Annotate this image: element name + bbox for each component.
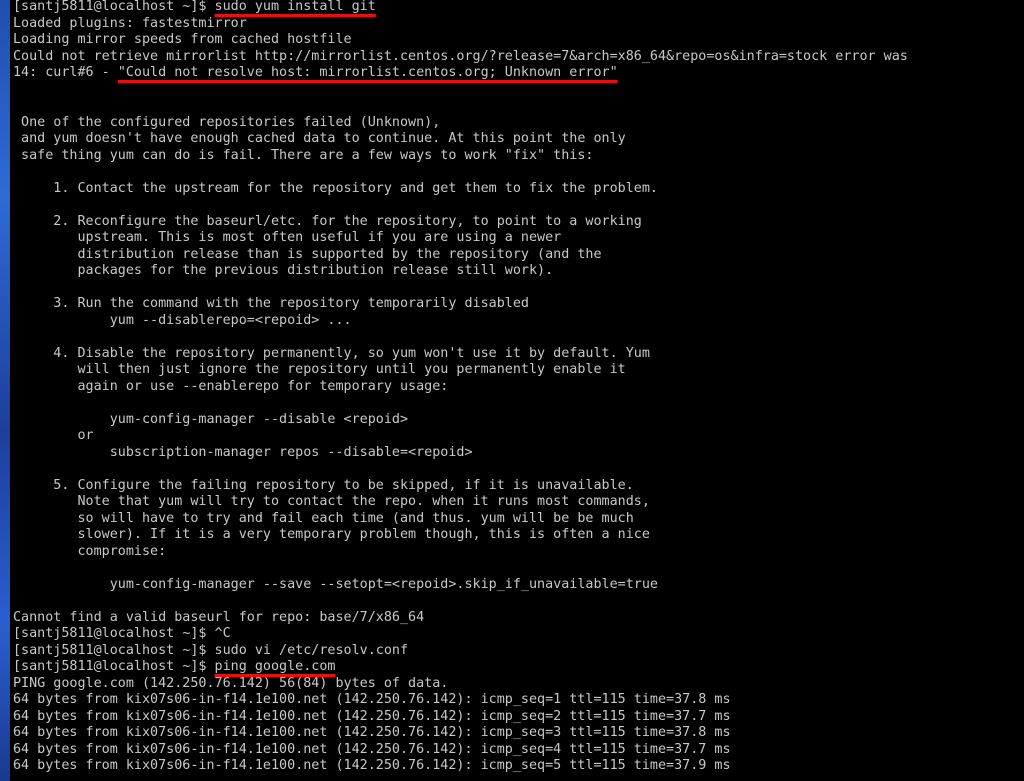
terminal-line: PING google.com (142.250.76.142) 56(84) … xyxy=(13,676,908,693)
terminal-line-text: 5. Configure the failing repository to b… xyxy=(13,477,634,493)
terminal-line-text: Note that yum will try to contact the re… xyxy=(13,494,650,509)
terminal-line-text: Loaded plugins: fastestmirror xyxy=(13,15,247,31)
terminal-line: Loading mirror speeds from cached hostfi… xyxy=(13,32,908,49)
terminal-line-text: will then just ignore the repository unt… xyxy=(13,362,626,377)
terminal-line: [santj5811@localhost ~]$ sudo yum instal… xyxy=(13,0,908,16)
terminal-line-text: so will have to try and fail each time (… xyxy=(13,510,634,526)
terminal-line-text: [santj5811@localhost ~]$ sudo vi /etc/re… xyxy=(13,642,409,658)
terminal-line-text: 14: curl#6 - xyxy=(13,65,118,80)
highlighted-annotation: ping google.com xyxy=(214,659,336,674)
terminal-line: packages for the previous distribution r… xyxy=(13,263,908,280)
terminal-line-text: compromise: xyxy=(13,543,167,559)
terminal-line-text: 64 bytes from kix07s06-in-f14.1e100.net … xyxy=(13,741,731,757)
terminal-line-text: safe thing yum can do is fail. There are… xyxy=(13,147,594,163)
terminal-line-text: or xyxy=(13,428,94,443)
terminal-line: [santj5811@localhost ~]$ sudo vi /etc/re… xyxy=(13,643,908,660)
terminal-line: [santj5811@localhost ~]$ ping google.com xyxy=(13,659,908,676)
terminal-line-text: Could not retrieve mirrorlist http://mir… xyxy=(13,48,908,64)
terminal-line: safe thing yum can do is fail. There are… xyxy=(13,148,908,165)
terminal-line: again or use --enablerepo for temporary … xyxy=(13,379,908,396)
terminal-line-text: slower). If it is a very temporary probl… xyxy=(13,527,650,542)
terminal-line: 14: curl#6 - "Could not resolve host: mi… xyxy=(13,65,908,82)
terminal-line-text: upstream. This is most often useful if y… xyxy=(13,230,562,245)
terminal-line-text: 3. Run the command with the repository t… xyxy=(13,296,529,311)
terminal-line: Cannot find a valid baseurl for repo: ba… xyxy=(13,610,908,627)
terminal-line: 64 bytes from kix07s06-in-f14.1e100.net … xyxy=(13,692,908,709)
terminal-line: 64 bytes from kix07s06-in-f14.1e100.net … xyxy=(13,758,908,775)
terminal-line: Loaded plugins: fastestmirror xyxy=(13,16,908,33)
terminal-line: and yum doesn't have enough cached data … xyxy=(13,131,908,148)
terminal-line-text: [santj5811@localhost ~]$ xyxy=(13,659,215,674)
terminal-line-text: One of the configured repositories faile… xyxy=(13,114,441,130)
terminal-window[interactable]: [santj5811@localhost ~]$ sudo yum instal… xyxy=(10,0,1024,781)
terminal-line-text: yum-config-manager --disable <repoid> xyxy=(13,411,409,427)
terminal-line: distribution release than is supported b… xyxy=(13,247,908,264)
terminal-line-text: 64 bytes from kix07s06-in-f14.1e100.net … xyxy=(13,758,731,773)
terminal-line: 3. Run the command with the repository t… xyxy=(13,296,908,313)
terminal-line: 64 bytes from kix07s06-in-f14.1e100.net … xyxy=(13,709,908,726)
terminal-line: slower). If it is a very temporary probl… xyxy=(13,527,908,544)
terminal-line: 1. Contact the upstream for the reposito… xyxy=(13,181,908,198)
terminal-line: compromise: xyxy=(13,544,908,561)
highlighted-annotation: sudo yum install git xyxy=(214,0,376,14)
terminal-line: 4. Disable the repository permanently, s… xyxy=(13,346,908,363)
terminal-line: subscription-manager repos --disable=<re… xyxy=(13,445,908,462)
terminal-line: will then just ignore the repository unt… xyxy=(13,362,908,379)
terminal-line: [santj5811@localhost ~]$ ^C xyxy=(13,626,908,643)
terminal-line: 64 bytes from kix07s06-in-f14.1e100.net … xyxy=(13,742,908,759)
terminal-line-text: subscription-manager repos --disable=<re… xyxy=(13,444,473,460)
desktop-background-strip xyxy=(0,0,10,781)
terminal-line-text: 64 bytes from kix07s06-in-f14.1e100.net … xyxy=(13,708,731,724)
terminal-line: One of the configured repositories faile… xyxy=(13,115,908,132)
terminal-line: 64 bytes from kix07s06-in-f14.1e100.net … xyxy=(13,725,908,742)
terminal-line: yum-config-manager --disable <repoid> xyxy=(13,412,908,429)
terminal-line-text: 4. Disable the repository permanently, s… xyxy=(13,345,650,361)
terminal-line-text: [santj5811@localhost ~]$ ^C xyxy=(13,626,231,641)
terminal-output: [santj5811@localhost ~]$ sudo yum instal… xyxy=(13,0,908,775)
terminal-line: or xyxy=(13,428,908,445)
terminal-line-text: yum --disablerepo=<repoid> ... xyxy=(13,312,352,328)
terminal-line: Could not retrieve mirrorlist http://mir… xyxy=(13,49,908,66)
highlighted-annotation: "Could not resolve host: mirrorlist.cent… xyxy=(117,65,618,80)
terminal-line-text: packages for the previous distribution r… xyxy=(13,263,554,278)
terminal-line: upstream. This is most often useful if y… xyxy=(13,230,908,247)
terminal-line-text: 2. Reconfigure the baseurl/etc. for the … xyxy=(13,213,642,229)
terminal-line: yum-config-manager --save --setopt=<repo… xyxy=(13,577,908,594)
terminal-line: 5. Configure the failing repository to b… xyxy=(13,478,908,495)
terminal-line-text: Loading mirror speeds from cached hostfi… xyxy=(13,32,352,47)
terminal-line: 2. Reconfigure the baseurl/etc. for the … xyxy=(13,214,908,231)
terminal-line-text: distribution release than is supported b… xyxy=(13,246,602,262)
terminal-line: yum --disablerepo=<repoid> ... xyxy=(13,313,908,330)
terminal-line-text: Cannot find a valid baseurl for repo: ba… xyxy=(13,609,425,625)
terminal-line-text: [santj5811@localhost ~]$ xyxy=(13,0,215,14)
terminal-line: Note that yum will try to contact the re… xyxy=(13,494,908,511)
terminal-line-text: 1. Contact the upstream for the reposito… xyxy=(13,180,658,196)
terminal-line-text: PING google.com (142.250.76.142) 56(84) … xyxy=(13,675,449,691)
terminal-line-text: and yum doesn't have enough cached data … xyxy=(13,131,626,146)
terminal-line-text: 64 bytes from kix07s06-in-f14.1e100.net … xyxy=(13,692,731,707)
terminal-line: so will have to try and fail each time (… xyxy=(13,511,908,528)
terminal-line-text: 64 bytes from kix07s06-in-f14.1e100.net … xyxy=(13,725,731,740)
screen: [santj5811@localhost ~]$ sudo yum instal… xyxy=(0,0,1024,781)
terminal-line-text: yum-config-manager --save --setopt=<repo… xyxy=(13,576,658,592)
terminal-line-text: again or use --enablerepo for temporary … xyxy=(13,378,449,394)
